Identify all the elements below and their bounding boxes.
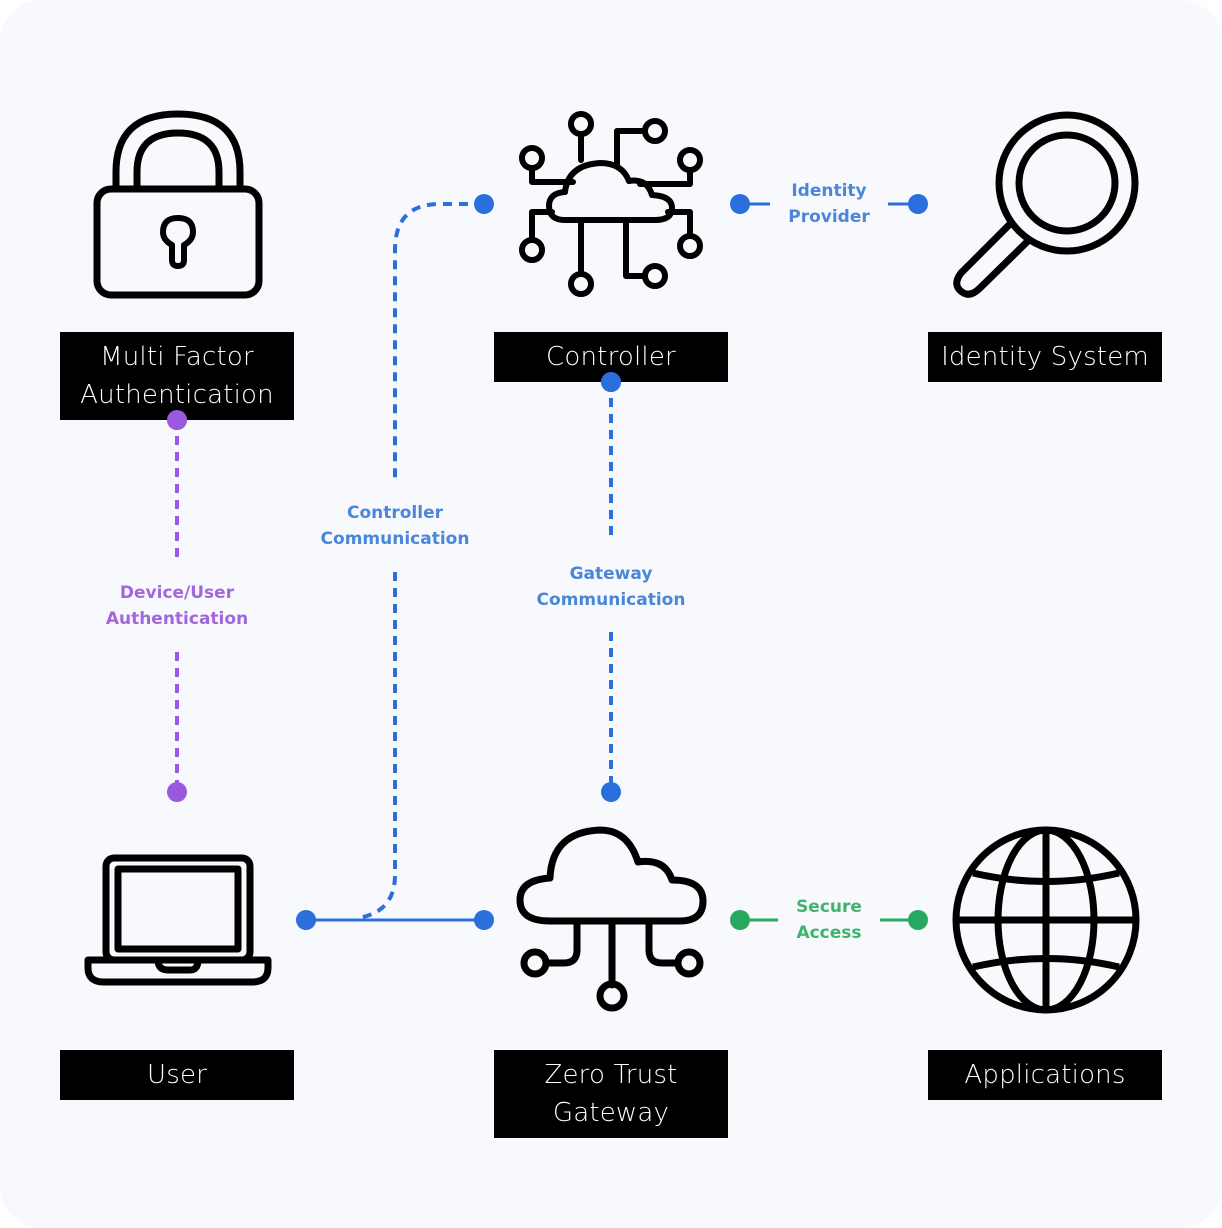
connector-dot [474,194,494,214]
edge-label-line: Device/User [119,583,235,603]
connector-dot [601,782,621,802]
connector-dot [730,194,750,214]
edge-label-controller-communication: Controller Communication [315,500,475,552]
node-label-line: Authentication [80,380,274,410]
edge-label-line: Communication [536,590,686,610]
edge-label-line: Gateway [569,564,653,584]
node-label-text: Identity System [941,342,1149,372]
node-label-mfa: Multi Factor Authentication [60,332,294,420]
edge-label-gateway-communication: Gateway Communication [531,561,691,613]
connector-dot [908,194,928,214]
node-label-text: User [146,1060,208,1090]
globe-icon [952,826,1140,1014]
node-label-user: User [60,1050,294,1100]
connector-dot [474,910,494,930]
node-label-line: Gateway [552,1098,670,1128]
connector-dot [296,910,316,930]
node-label-gateway: Zero Trust Gateway [494,1050,728,1138]
edge-label-line: Authentication [105,609,249,629]
edge-label-device-user-authentication: Device/User Authentication [102,580,252,632]
connector-dot [730,910,750,930]
edge-label-secure-access: Secure Access [778,894,880,946]
edge-label-line: Identity [791,181,867,201]
connector-dot [908,910,928,930]
node-label-controller: Controller [494,332,728,382]
edge-label-line: Controller [346,503,443,523]
node-label-applications: Applications [928,1050,1162,1100]
edge-label-line: Secure [796,897,862,917]
node-label-text: Controller [546,342,676,372]
edge-user-to-gateway [296,910,494,930]
node-label-text: Applications [964,1060,1126,1090]
node-label-line: Zero Trust [544,1060,678,1090]
connector-dot [167,782,187,802]
magnifying-glass-icon [953,111,1139,298]
edge-label-identity-provider: Identity Provider [770,178,888,230]
node-label-identity-system: Identity System [928,332,1162,382]
cloud-network-icon [519,111,703,297]
edge-label-line: Provider [788,207,870,227]
node-label-line: Multi Factor [100,342,254,372]
padlock-icon [93,110,263,299]
edge-controller-communication [357,194,494,920]
cloud-gateway-icon [516,826,707,1012]
edge-label-line: Communication [320,529,470,549]
edge-label-line: Access [796,923,862,943]
laptop-icon [84,854,272,986]
